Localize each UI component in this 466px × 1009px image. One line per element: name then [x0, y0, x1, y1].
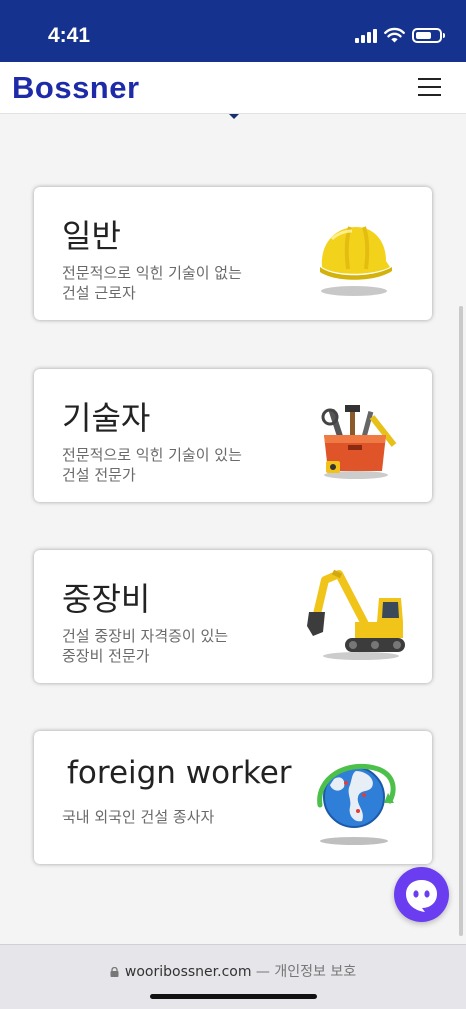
url-display[interactable]: wooribossner.com — 개인정보 보호 — [0, 961, 466, 981]
home-indicator — [150, 994, 317, 999]
category-card-technician[interactable]: 기술자 전문적으로 익힌 기술이 있는 건설 전문가 — [34, 369, 432, 502]
dropdown-caret-icon — [226, 114, 242, 119]
url-domain: wooribossner.com — [124, 964, 252, 980]
bossner-logo[interactable]: Bossner — [12, 70, 140, 106]
card-title: 일반 — [62, 217, 121, 255]
globe-icon — [317, 763, 396, 845]
status-time: 4:41 — [48, 24, 91, 47]
wifi-icon — [384, 27, 405, 43]
hamburger-menu-icon[interactable] — [418, 77, 442, 97]
app-header: Bossner — [0, 62, 466, 114]
card-title: foreign worker — [67, 755, 292, 791]
main-content: 일반 전문적으로 익힌 기술이 없는 건설 근로자 기술자 전문적으로 익힌 기… — [0, 114, 466, 944]
status-bar: 4:41 — [0, 0, 466, 62]
card-description: 국내 외국인 건설 종사자 — [62, 808, 215, 826]
toolbox-icon — [321, 405, 397, 479]
card-description: 전문적으로 익힌 기술이 있는 건설 전문가 — [62, 446, 242, 484]
lock-icon — [110, 967, 119, 977]
browser-url-bar: wooribossner.com — 개인정보 보호 — [0, 944, 466, 1009]
category-card-general[interactable]: 일반 전문적으로 익힌 기술이 없는 건설 근로자 — [34, 187, 432, 320]
card-description: 건설 중장비 자격증이 있는 중장비 전문가 — [62, 627, 229, 665]
excavator-icon — [307, 569, 405, 660]
category-card-foreign-worker[interactable]: foreign worker 국내 외국인 건설 종사자 — [34, 731, 432, 864]
url-separator: — — [251, 964, 275, 980]
hard-hat-icon — [320, 226, 392, 296]
chat-bubble-icon — [406, 880, 437, 912]
scrollbar[interactable] — [459, 306, 463, 936]
category-card-heavy-equipment[interactable]: 중장비 건설 중장비 자격증이 있는 중장비 전문가 — [34, 550, 432, 683]
card-title: 중장비 — [62, 580, 151, 618]
cellular-signal-icon — [355, 28, 377, 43]
url-privacy-label: 개인정보 보호 — [274, 964, 357, 980]
card-description: 전문적으로 익힌 기술이 없는 건설 근로자 — [62, 264, 242, 302]
battery-icon — [412, 27, 445, 43]
chat-button[interactable] — [394, 867, 449, 922]
card-title: 기술자 — [62, 399, 151, 437]
status-icons — [355, 27, 445, 43]
